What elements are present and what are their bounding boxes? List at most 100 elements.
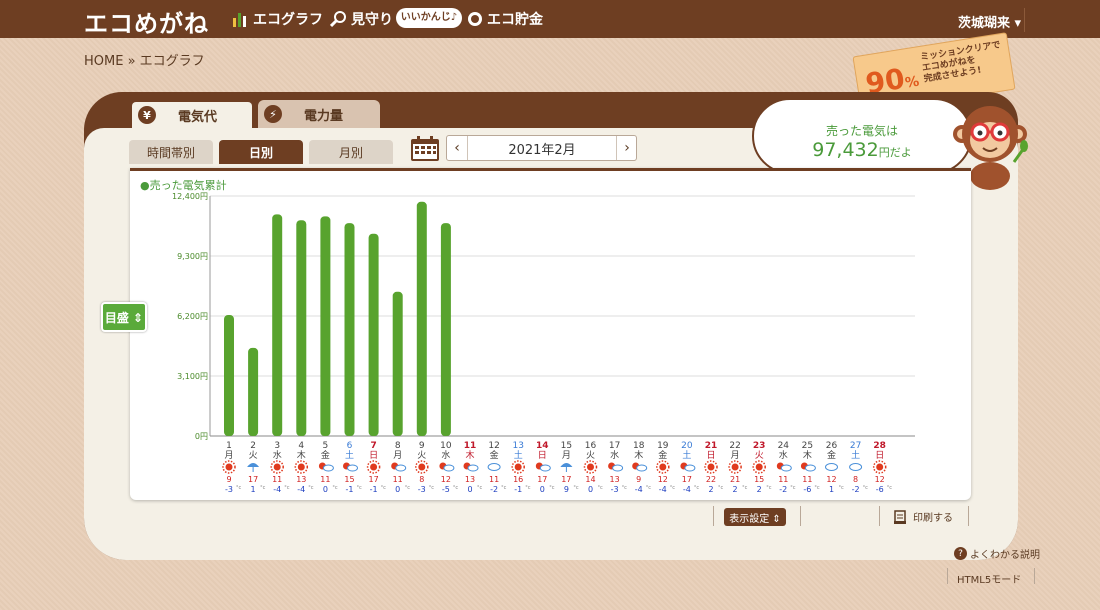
print-button[interactable]: 印刷する <box>893 509 953 524</box>
month-picker: ‹ 2021年2月 › <box>446 135 637 161</box>
temp-unit: °c <box>766 485 772 491</box>
control-divider <box>968 506 969 526</box>
bar <box>320 216 331 436</box>
x-tick-day: 6 <box>347 441 353 451</box>
site-logo[interactable]: エコめがね <box>84 4 209 39</box>
x-tick-weekday: 日 <box>369 450 378 461</box>
temp-unit: °c <box>332 485 338 491</box>
y-tick-label: 9,300円 <box>177 252 208 261</box>
html5-mode-link[interactable]: HTML5モード <box>957 571 1021 586</box>
nav-watch[interactable]: 見守り <box>330 9 393 29</box>
temp-unit: °c <box>670 485 676 491</box>
x-tick-weekday: 月 <box>224 450 233 461</box>
x-tick-weekday: 金 <box>658 449 667 461</box>
nav-eco-graph[interactable]: エコグラフ <box>232 9 323 29</box>
temp-low: 9 <box>564 485 569 494</box>
temp-low: -4 <box>659 485 667 494</box>
temp-unit: °c <box>718 485 724 491</box>
next-month-button[interactable]: › <box>617 136 637 160</box>
sun-cloud-icon <box>612 464 624 472</box>
sun-icon <box>297 463 305 471</box>
temp-low: -2 <box>490 485 498 494</box>
temp-high: 13 <box>296 475 306 484</box>
temp-high: 17 <box>682 475 692 484</box>
subtab-hourly[interactable]: 時間帯別 <box>129 140 213 164</box>
nav-eco-savings[interactable]: エコ貯金 <box>466 9 543 29</box>
x-tick-weekday: 木 <box>634 449 643 461</box>
question-icon: ? <box>954 547 967 560</box>
temp-unit: °c <box>501 485 507 491</box>
x-tick-day: 15 <box>561 441 572 451</box>
print-label: 印刷する <box>913 513 953 524</box>
temp-low: 1 <box>251 485 256 494</box>
subtab-monthly[interactable]: 月別 <box>309 140 393 164</box>
cloud-icon <box>849 463 863 471</box>
temp-low: -3 <box>611 485 619 494</box>
sun-cloud-icon <box>322 464 334 472</box>
x-tick-weekday: 土 <box>345 449 354 461</box>
scale-button[interactable]: 目盛 ⇕ <box>101 302 147 332</box>
sun-cloud-icon <box>804 464 816 472</box>
sun-icon <box>418 463 426 471</box>
cloud-sun-icon <box>780 464 792 472</box>
temp-unit: °c <box>598 485 604 491</box>
temp-high: 12 <box>658 475 668 484</box>
umbrella-icon <box>247 463 260 467</box>
bar-chart-icon <box>233 13 246 27</box>
bar <box>392 291 403 436</box>
temp-low: 2 <box>708 485 713 494</box>
subtab-daily[interactable]: 日別 <box>219 140 303 164</box>
y-tick-label: 12,400円 <box>172 192 208 201</box>
sun-icon <box>876 463 884 471</box>
temp-unit: °c <box>453 485 459 491</box>
x-tick-day: 14 <box>536 441 549 451</box>
temp-unit: °c <box>646 485 652 491</box>
x-tick-weekday: 月 <box>562 450 571 461</box>
tab-electricity-amount[interactable]: ⚡ 電力量 <box>258 100 380 128</box>
temp-low: -2 <box>852 485 860 494</box>
help-link[interactable]: ? よくわかる説明 <box>954 546 1040 561</box>
temp-high: 22 <box>706 475 716 484</box>
temp-unit: °c <box>284 485 290 491</box>
x-tick-weekday: 水 <box>273 449 282 461</box>
y-tick-label: 0円 <box>195 432 208 441</box>
x-tick-day: 23 <box>753 441 766 451</box>
temp-unit: °c <box>525 485 531 491</box>
temp-low: -4 <box>273 485 281 494</box>
temp-high: 12 <box>826 475 836 484</box>
x-tick-day: 7 <box>370 441 376 451</box>
temp-low: 2 <box>733 485 738 494</box>
x-tick-weekday: 日 <box>538 450 547 461</box>
prev-month-button[interactable]: ‹ <box>447 136 467 160</box>
display-settings-button[interactable]: 表示設定 ⇕ <box>724 508 786 526</box>
temp-low: -1 <box>514 485 522 494</box>
sun-icon <box>707 463 715 471</box>
printer-icon <box>894 509 906 524</box>
tab-label: 電気代 <box>178 109 218 125</box>
x-tick-day: 11 <box>464 441 477 451</box>
temp-low: 0 <box>588 485 593 494</box>
x-tick-day: 22 <box>729 441 740 451</box>
calendar-icon[interactable] <box>410 136 440 162</box>
sun-cloud-icon <box>684 464 696 472</box>
temp-high: 9 <box>636 475 641 484</box>
nav-label: 見守り <box>351 12 393 28</box>
user-menu[interactable]: 茨城瑚来 ▾ <box>958 12 1021 31</box>
temp-high: 11 <box>778 475 788 484</box>
x-tick-day: 12 <box>488 441 499 451</box>
temp-unit: °c <box>814 485 820 491</box>
status-bubble: いいかんじ♪ <box>396 8 462 28</box>
piggy-bank-icon <box>468 12 482 26</box>
temp-low: -4 <box>683 485 691 494</box>
temp-unit: °c <box>887 485 893 491</box>
temp-unit: °c <box>622 485 628 491</box>
temp-unit: °c <box>839 485 845 491</box>
tab-electricity-cost[interactable]: ¥ 電気代 <box>130 100 254 128</box>
temp-low: -1 <box>370 485 378 494</box>
breadcrumb[interactable]: HOME » エコグラフ <box>84 50 205 69</box>
temp-high: 15 <box>754 475 764 484</box>
bubble-caption: 売った電気は <box>825 124 898 138</box>
x-tick-weekday: 月 <box>393 450 402 461</box>
sun-cloud-icon <box>347 464 358 472</box>
y-tick-label: 3,100円 <box>177 372 208 381</box>
